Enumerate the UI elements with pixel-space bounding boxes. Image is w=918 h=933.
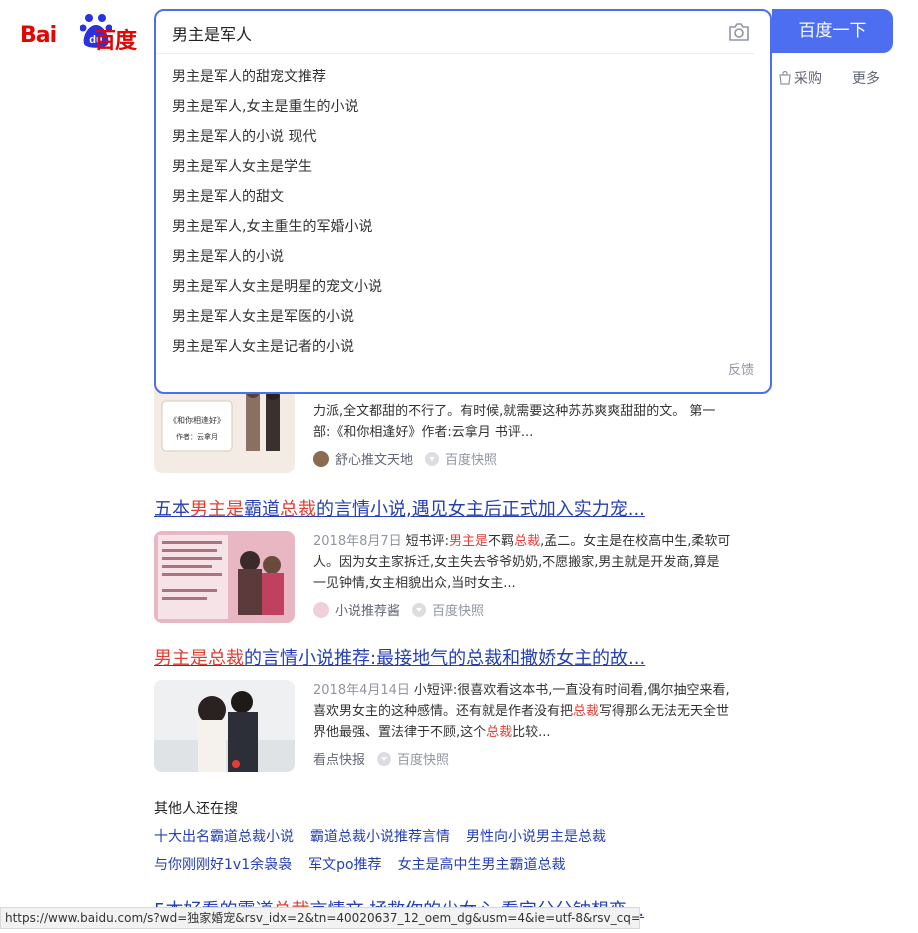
- search-result: 《和你相逢好》 作者：云拿月 力派,全文都甜的不行了。有时候,就需要这种苏苏爽爽…: [154, 381, 774, 473]
- result-date: 2018年8月7日: [313, 534, 402, 549]
- related-link[interactable]: 与你刚刚好1v1余袅袅: [154, 854, 292, 876]
- related-link[interactable]: 霸道总裁小说推荐言情: [310, 826, 450, 848]
- snippet-line: 力派,全文都甜的不行了。有时候,就需要这种苏苏爽爽甜甜的文。 第一: [313, 404, 716, 419]
- result-snippet: 2018年8月7日 短书评:男主是不羁总裁,孟二。女主是在校高中生,柔软可 人。因…: [313, 531, 730, 594]
- suggestion-item[interactable]: 男主是军人女主是记者的小说: [156, 332, 770, 362]
- tab-more[interactable]: 更多: [852, 68, 880, 88]
- shield-icon: [377, 751, 392, 766]
- suggestion-item[interactable]: 男主是军人的甜文: [156, 182, 770, 212]
- result-content: 力派,全文都甜的不行了。有时候,就需要这种苏苏爽爽甜甜的文。 第一 部:《和你相…: [313, 381, 715, 473]
- related-link[interactable]: 女主是高中生男主霸道总裁: [398, 854, 566, 876]
- suggestion-list: 男主是军人的甜宠文推荐 男主是军人,女主是重生的小说 男主是军人的小说 现代 男…: [156, 54, 770, 362]
- tabs-right: 采购 更多: [778, 68, 880, 88]
- source-avatar-icon: [313, 450, 329, 467]
- result-thumbnail[interactable]: [154, 680, 295, 772]
- result-content: 2018年8月7日 短书评:男主是不羁总裁,孟二。女主是在校高中生,柔软可 人。因…: [313, 531, 730, 623]
- title-highlight: 男主是: [154, 648, 208, 669]
- result-snippet: 力派,全文都甜的不行了。有时候,就需要这种苏苏爽爽甜甜的文。 第一 部:《和你相…: [313, 401, 715, 443]
- title-highlight: 总裁: [280, 499, 316, 520]
- title-part: 的言情小说推荐:最接地气的总裁和撒娇女主的故...: [244, 648, 646, 669]
- snippet-part: 小短评:很喜欢看这本书,一直没有时间看,偶尔抽空来看,: [413, 683, 730, 698]
- result-title[interactable]: 男主是总裁的言情小说推荐:最接地气的总裁和撒娇女主的故...: [154, 646, 774, 672]
- result-content: 2018年4月14日 小短评:很喜欢看这本书,一直没有时间看,偶尔抽空来看, 喜欢…: [313, 680, 730, 772]
- result-title[interactable]: 五本男主是霸道总裁的言情小说,遇见女主后正式加入实力宠...: [154, 497, 774, 523]
- snippet-highlight: 总裁: [573, 704, 600, 719]
- result-source[interactable]: 舒心推文天地: [335, 449, 413, 468]
- result-source[interactable]: 看点快报: [313, 749, 365, 768]
- snippet-line: 人。因为女主家拆迁,女主失去爷爷奶奶,不愿搬家,男主就是开发商,算是: [313, 555, 720, 570]
- snippet-part: ,孟二。女主是在校高中生,柔软可: [540, 534, 731, 549]
- result-meta: 看点快报 百度快照: [313, 749, 730, 768]
- tab-purchase-label: 采购: [794, 71, 822, 87]
- suggestion-item[interactable]: 男主是军人,女主重生的军婚小说: [156, 212, 770, 242]
- snippet-part: 喜欢男女主的这种感情。还有就是作者没有把: [313, 704, 574, 719]
- suggestion-item[interactable]: 男主是军人的小说 现代: [156, 122, 770, 152]
- related-row: 十大出名霸道总裁小说 霸道总裁小说推荐言情 男性向小说男主是总裁: [154, 826, 774, 848]
- shield-icon: [412, 602, 427, 617]
- snippet-part: 短书评:: [405, 534, 450, 549]
- snippet-part: 不羁: [488, 534, 515, 549]
- related-link[interactable]: 男性向小说男主是总裁: [466, 826, 606, 848]
- search-button[interactable]: 百度一下: [772, 9, 893, 53]
- tab-purchase[interactable]: 采购: [778, 68, 822, 88]
- related-searches: 其他人还在搜 十大出名霸道总裁小说 霸道总裁小说推荐言情 男性向小说男主是总裁 …: [154, 798, 774, 876]
- book-cover-image: [154, 531, 295, 623]
- snapshot-link[interactable]: 百度快照: [432, 600, 484, 619]
- snippet-part: 界他最强、置法律于不顾,这个: [313, 725, 487, 740]
- search-input[interactable]: 男主是军人: [172, 21, 252, 45]
- snippet-part: 写得那么无法无天全世: [599, 704, 730, 719]
- search-input-row: 男主是军人: [156, 11, 754, 54]
- snippet-line: 部:《和你相逢好》作者:云拿月 书评...: [313, 425, 534, 440]
- result-body: 2018年8月7日 短书评:男主是不羁总裁,孟二。女主是在校高中生,柔软可 人。因…: [154, 531, 774, 623]
- search-result: 五本男主是霸道总裁的言情小说,遇见女主后正式加入实力宠... 2018年8月7日…: [154, 497, 774, 623]
- logo-text-left: Bai: [20, 23, 57, 48]
- title-part: 的言情小说,遇见女主后正式加入实力宠...: [316, 499, 645, 520]
- result-meta: 舒心推文天地 百度快照: [313, 449, 715, 468]
- suggestion-item[interactable]: 男主是军人女主是明星的宠文小说: [156, 272, 770, 302]
- title-part: 霸道: [244, 499, 280, 520]
- result-source[interactable]: 小说推荐酱: [335, 600, 400, 619]
- title-part: 五本: [154, 499, 190, 520]
- snippet-highlight: 男主是: [449, 534, 489, 549]
- snippet-highlight: 总裁: [486, 725, 513, 740]
- result-snippet: 2018年4月14日 小短评:很喜欢看这本书,一直没有时间看,偶尔抽空来看, 喜欢…: [313, 680, 730, 743]
- book-cover-image: [154, 680, 295, 772]
- shield-icon: [425, 451, 440, 466]
- related-link[interactable]: 军文po推荐: [308, 854, 381, 876]
- camera-icon[interactable]: [728, 22, 750, 42]
- suggestion-item[interactable]: 男主是军人,女主是重生的小说: [156, 92, 770, 122]
- related-row: 与你刚刚好1v1余袅袅 军文po推荐 女主是高中生男主霸道总裁: [154, 854, 774, 876]
- feedback-link[interactable]: 反馈: [728, 359, 754, 378]
- purchase-icon: [779, 71, 791, 85]
- search-box: 男主是军人 男主是军人的甜宠文推荐 男主是军人,女主是重生的小说 男主是军人的小…: [154, 9, 772, 394]
- result-date: 2018年4月14日: [313, 683, 410, 698]
- suggestion-item[interactable]: 男主是军人女主是学生: [156, 152, 770, 182]
- result-thumbnail[interactable]: [154, 531, 295, 623]
- search-result: 男主是总裁的言情小说推荐:最接地气的总裁和撒娇女主的故... 2018年4月14…: [154, 646, 774, 772]
- suggestion-item[interactable]: 男主是军人女主是军医的小说: [156, 302, 770, 332]
- related-title: 其他人还在搜: [154, 801, 238, 817]
- snippet-line: 一见钟情,女主相貌出众,当时女主...: [313, 576, 516, 591]
- snapshot-link[interactable]: 百度快照: [397, 749, 449, 768]
- suggestion-item[interactable]: 男主是军人的小说: [156, 242, 770, 272]
- related-link[interactable]: 十大出名霸道总裁小说: [154, 826, 294, 848]
- snippet-highlight: 总裁: [514, 534, 541, 549]
- source-avatar-icon: [313, 601, 329, 618]
- thumb-book-author: 作者：云拿月: [176, 432, 218, 441]
- baidu-logo[interactable]: Bai du 百度: [20, 12, 137, 54]
- suggestion-item[interactable]: 男主是军人的甜宠文推荐: [156, 62, 770, 92]
- snippet-part: 比较...: [512, 725, 551, 740]
- title-highlight: 总裁: [208, 648, 244, 669]
- title-highlight: 男主是: [190, 499, 244, 520]
- book-cover-image: 《和你相逢好》 作者：云拿月: [154, 381, 295, 473]
- result-meta: 小说推荐酱 百度快照: [313, 600, 730, 619]
- logo-text-right: 百度: [94, 29, 137, 54]
- result-body: 2018年4月14日 小短评:很喜欢看这本书,一直没有时间看,偶尔抽空来看, 喜欢…: [154, 680, 774, 772]
- thumb-book-title: 《和你相逢好》: [169, 415, 225, 425]
- status-bar-url: https://www.baidu.com/s?wd=独家婚宠&rsv_idx=…: [0, 907, 640, 929]
- snapshot-link[interactable]: 百度快照: [445, 449, 497, 468]
- result-thumbnail[interactable]: 《和你相逢好》 作者：云拿月: [154, 381, 295, 473]
